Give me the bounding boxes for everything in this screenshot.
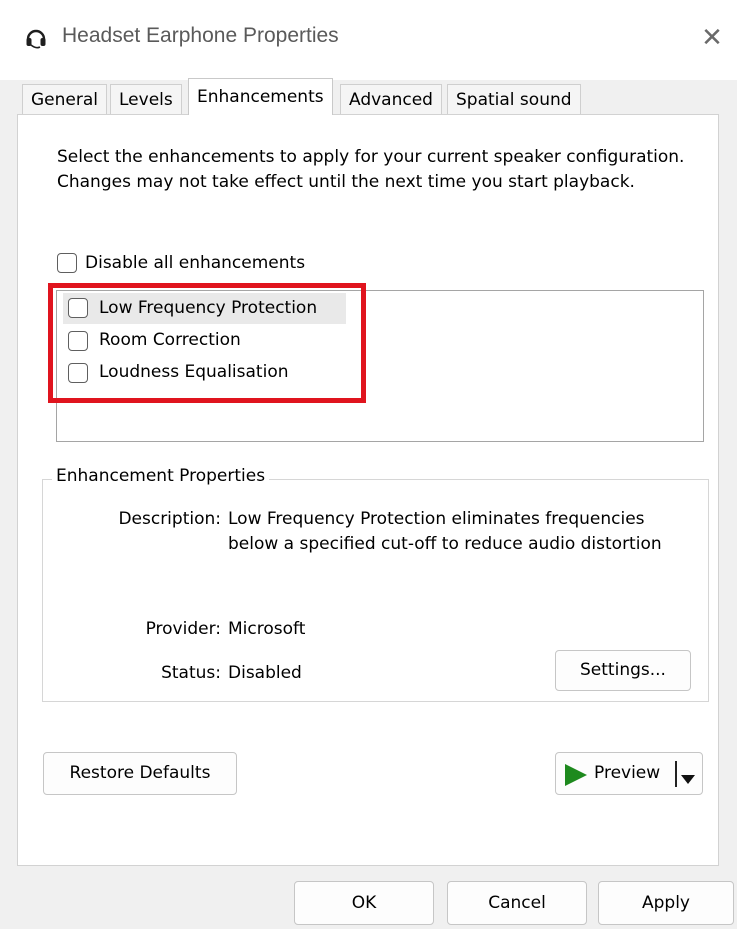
close-icon: ✕ (701, 23, 723, 53)
restore-defaults-label: Restore Defaults (69, 763, 211, 783)
preview-button[interactable]: Preview (555, 752, 703, 795)
dropdown-separator (675, 761, 677, 787)
tab-levels[interactable]: Levels (110, 84, 182, 114)
settings-button[interactable]: Settings... (555, 650, 691, 691)
group-title: Enhancement Properties (52, 466, 270, 486)
window-title: Headset Earphone Properties (62, 24, 339, 47)
status-label: Status: (161, 663, 221, 683)
tab-general[interactable]: General (22, 84, 107, 114)
restore-defaults-button[interactable]: Restore Defaults (43, 752, 237, 795)
tab-label: Enhancements (197, 87, 324, 107)
tab-label: General (31, 90, 98, 110)
title-bar: Headset Earphone Properties ✕ (0, 0, 737, 80)
provider-value: Microsoft (228, 619, 306, 639)
intro-text: Select the enhancements to apply for you… (57, 147, 685, 192)
disable-all-label[interactable]: Disable all enhancements (85, 253, 305, 273)
preview-label: Preview (594, 763, 661, 783)
chevron-down-icon[interactable] (681, 770, 695, 790)
tab-label: Spatial sound (456, 90, 572, 110)
disable-all-checkbox[interactable] (57, 253, 77, 273)
description-value: Low Frequency Protection eliminates freq… (228, 509, 662, 554)
cancel-button[interactable]: Cancel (447, 881, 587, 925)
apply-label: Apply (642, 893, 690, 913)
description-label: Description: (118, 509, 221, 529)
cancel-label: Cancel (488, 893, 546, 913)
tab-spatial-sound[interactable]: Spatial sound (447, 84, 581, 114)
tab-advanced[interactable]: Advanced (340, 84, 442, 114)
highlight-annotation-box (48, 283, 366, 403)
settings-button-label: Settings... (580, 660, 666, 680)
play-icon (563, 763, 587, 792)
tab-label: Advanced (349, 90, 433, 110)
ok-button[interactable]: OK (294, 881, 434, 925)
provider-label: Provider: (145, 619, 221, 639)
apply-button[interactable]: Apply (598, 881, 734, 925)
close-button[interactable]: ✕ (694, 20, 730, 56)
tab-enhancements[interactable]: Enhancements (188, 78, 333, 115)
ok-label: OK (351, 893, 377, 913)
tab-label: Levels (119, 90, 173, 110)
headset-icon (24, 26, 48, 50)
status-value: Disabled (228, 663, 302, 683)
